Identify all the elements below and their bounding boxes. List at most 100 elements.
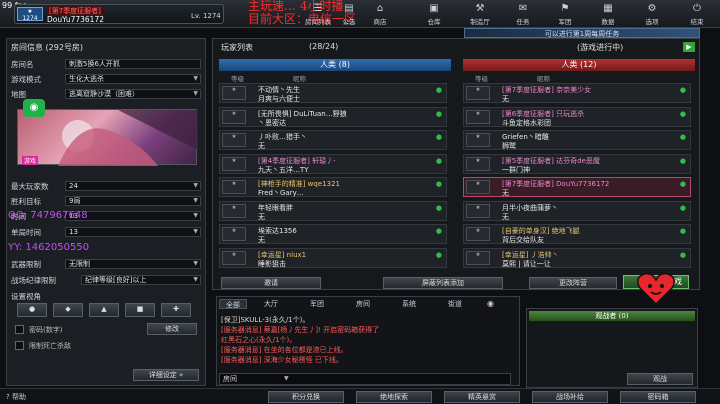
team-b-col-level: 等级: [475, 75, 488, 83]
player-slot[interactable]: ★ 丿卟败…猎手丶无 ●: [219, 130, 447, 150]
view-option-2[interactable]: ◆: [53, 303, 83, 317]
victory-target-select[interactable]: 9局 ▼: [65, 196, 201, 206]
player-slot[interactable]: ★ [无所畏惧] DuLiTuan…野狼 丶恩密达 ●: [219, 106, 447, 127]
chat-tab-room[interactable]: 房间: [343, 299, 383, 309]
chat-tab-army[interactable]: 军团: [297, 299, 337, 309]
chat-tab-street[interactable]: 街道: [435, 299, 475, 309]
nav-task-label: 任务: [516, 18, 530, 26]
nav-options[interactable]: ⚙ 选项: [638, 2, 666, 26]
nav-storage[interactable]: ▣ 仓库: [420, 2, 448, 26]
nav-exit-label: 结束: [690, 18, 704, 26]
eye-icon[interactable]: ◉: [487, 299, 494, 308]
round-time-select[interactable]: 13 ▼: [65, 227, 201, 237]
block-list-button[interactable]: 屏蔽列表添加: [383, 277, 503, 289]
rank-icon: ★: [222, 86, 246, 100]
discipline-select[interactable]: 纪律等级[良好]以上 ▼: [81, 275, 201, 285]
password-box-button[interactable]: 密码箱: [620, 391, 696, 403]
player-name: 丶恩密达: [258, 118, 286, 127]
player-clan: 月半小夜曲蒲萝丶: [502, 203, 558, 212]
view-option-5[interactable]: ✚: [161, 303, 191, 317]
room-name-field[interactable]: 刺激5换6人开抓: [65, 59, 201, 69]
player-name: Fred丶Gary…: [258, 189, 304, 197]
game-mode-select[interactable]: 生化大逃杀 ▼: [65, 74, 201, 84]
ready-icon: ●: [435, 133, 442, 141]
nav-task[interactable]: ✉ 任务: [509, 2, 537, 26]
nav-shop[interactable]: ⌂ 商店: [366, 2, 394, 26]
player-slot[interactable]: ★ [自豪的单身汉] 绝地飞腿 背后交给队友 ●: [463, 224, 691, 244]
player-slot[interactable]: ★ [第7季度征服者] DouYu7736172 无 ●: [463, 177, 691, 197]
invite-button[interactable]: 邀请: [221, 277, 321, 289]
ready-icon: ●: [679, 109, 686, 118]
chat-tab-all[interactable]: 全部: [219, 299, 247, 309]
heart-mascot-icon: [637, 272, 675, 306]
death-limit-checkbox[interactable]: [15, 341, 24, 350]
chevron-down-icon[interactable]: ▼: [284, 374, 289, 384]
player-clan: [第7季度征服者] DouYu7736172: [502, 180, 610, 188]
chevron-down-icon: ▼: [193, 212, 198, 219]
player-slot[interactable]: ★ 埃索达1356 无 ●: [219, 224, 447, 244]
chat-input[interactable]: 房间 ▼: [219, 373, 511, 385]
shop-icon: ⌂: [376, 3, 384, 14]
player-slot[interactable]: ★ [神枪手的精准] wqe1321 Fred丶Gary… ●: [219, 177, 447, 197]
change-team-button[interactable]: 更改阵营: [529, 277, 617, 289]
play-icon[interactable]: ▶: [683, 42, 695, 52]
password-modify-button[interactable]: 修改: [147, 323, 197, 335]
battle-supply-button[interactable]: 战场补给: [532, 391, 608, 403]
player-slot[interactable]: ★ [幸运星] niux1 睡影狙击 ●: [219, 247, 447, 268]
chat-line: 红黑石之心(永久/1个)。: [221, 336, 297, 344]
chat-line: [服务器消息] 在坐的各位都是渣已上线。: [221, 346, 348, 354]
nav-data[interactable]: ▦ 数据: [594, 2, 622, 26]
player-slot[interactable]: ★ [第4季度征服者] 轩辕丿- 九天丶五洋…TY ●: [219, 153, 447, 174]
ready-icon: ●: [435, 180, 442, 188]
player-slot[interactable]: ★ [幸运星] 丿浩帅丶 莫熙 | 请让一让 ●: [463, 247, 691, 268]
points-exchange-button[interactable]: 积分兑换: [268, 391, 344, 403]
map-select[interactable]: 逃离窟静沙漠（困难） ▼: [65, 89, 201, 99]
player-count: (28/24): [309, 42, 339, 51]
nav-craft[interactable]: ⚒ 制造厅: [466, 2, 494, 26]
rank-icon: ★: [466, 203, 490, 218]
chat-tab-system[interactable]: 系统: [389, 299, 429, 309]
view-option-4[interactable]: ■: [125, 303, 155, 317]
chevron-down-icon: ▼: [193, 90, 198, 97]
player-slot[interactable]: ★ [第7季度征服者] 奈奈美少女无 ●: [463, 83, 691, 103]
rank-icon: ★: [466, 250, 490, 265]
team-a-header[interactable]: 人类 (8): [219, 59, 451, 71]
team-b-label: 人类 (12): [561, 60, 597, 69]
player-name: 莫熙 | 请让一让: [502, 259, 551, 268]
player-slot[interactable]: ★ 月半小夜曲蒲萝丶无 ●: [463, 200, 691, 221]
nav-room-list[interactable]: ☰ 房间列表: [304, 2, 332, 26]
weekly-task-banner[interactable]: 可以进行第1周每周任务: [464, 28, 700, 38]
elite-bounty-button[interactable]: 精英悬赏: [444, 391, 520, 403]
spectate-button[interactable]: 观战: [627, 373, 693, 385]
ready-icon: ●: [679, 156, 686, 165]
nav-notice[interactable]: ▤ 公告: [335, 2, 363, 26]
max-players-select[interactable]: 24 ▼: [65, 181, 201, 191]
player-list-panel: 玩家列表 (28/24) (游戏进行中) ▶ 人类 (8) 人类 (12) 等级…: [212, 38, 700, 290]
round-time-value: 13: [69, 228, 78, 236]
player-name: 一群门神: [502, 165, 530, 174]
player-slot[interactable]: ★ 年轻眼看胖无 ●: [219, 200, 447, 221]
view-option-3[interactable]: ▲: [89, 303, 119, 317]
task-icon: ✉: [518, 3, 528, 14]
password-checkbox[interactable]: [15, 325, 24, 334]
view-option-1[interactable]: ●: [17, 303, 47, 317]
chat-line: [服务器消息] 深海少女秘楞怪 已下线。: [221, 356, 343, 364]
nav-room-label: 房间列表: [305, 18, 331, 26]
help-link[interactable]: ? 帮助: [6, 392, 26, 402]
player-slot[interactable]: ★ [第5季度征服者] 达芬奇de恶魔 一群门神 ●: [463, 153, 691, 174]
nav-exit[interactable]: ⏻ 结束: [683, 2, 711, 26]
player-name: 无: [258, 212, 265, 221]
rank-icon: ★: [222, 180, 246, 194]
player-slot[interactable]: ★ [第6季度征服者] 只玩逃杀 斗鱼定格水彩团 ●: [463, 106, 691, 127]
nav-army[interactable]: ⚑ 军团: [551, 2, 579, 26]
player-slot[interactable]: ★ Griefen丶暗雕 狮鹫 ●: [463, 130, 691, 150]
team-b-header[interactable]: 人类 (12): [463, 59, 695, 71]
player-slot[interactable]: ★ 不动情丶先生 月爽与六便士 ●: [219, 83, 447, 103]
details-settings-button[interactable]: 详细设定 »: [133, 369, 199, 381]
explore-button[interactable]: 绝地探索: [356, 391, 432, 403]
weapon-limit-select[interactable]: 无限制 ▼: [65, 259, 201, 269]
chat-tab-hall[interactable]: 大厅: [251, 299, 291, 309]
player-name: 斗鱼定格水彩团: [502, 118, 551, 127]
notice-icon: ▤: [344, 3, 354, 14]
user-badge[interactable]: ★ 1274 [第7季度征服者] DouYu7736172 Lv. 1274: [14, 4, 224, 24]
